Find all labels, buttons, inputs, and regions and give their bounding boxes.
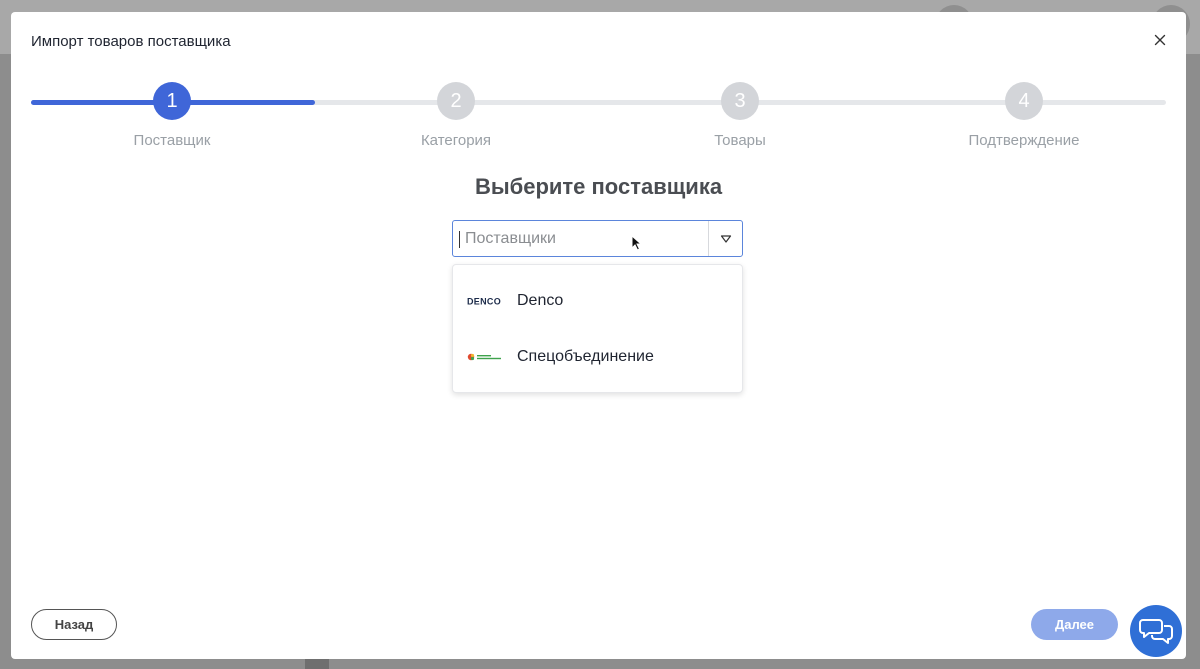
supplier-option-label: Спецобъединение	[517, 348, 654, 365]
mouse-cursor-icon	[631, 235, 643, 251]
chat-bubbles-icon	[1139, 619, 1173, 644]
supplier-select[interactable]	[452, 220, 743, 257]
supplier-option-specob[interactable]: Спецобъединение	[453, 332, 742, 382]
next-button[interactable]: Далее	[1031, 609, 1118, 640]
step-label: Подтверждение	[968, 132, 1080, 149]
select-toggle-button[interactable]	[709, 221, 743, 256]
step-label: Поставщик	[133, 132, 211, 149]
specob-logo	[467, 350, 507, 364]
step-confirmation: 4 Подтверждение	[929, 82, 1119, 149]
step-products: 3 Товары	[645, 82, 835, 149]
import-modal: Импорт товаров поставщика 1 Поставщик 2 …	[11, 12, 1186, 659]
step-number: 2	[437, 82, 475, 120]
denco-logo: DENCO	[467, 294, 507, 308]
step-number: 3	[721, 82, 759, 120]
step-label: Товары	[714, 132, 766, 149]
back-button[interactable]: Назад	[31, 609, 117, 640]
step-category: 2 Категория	[361, 82, 551, 149]
supplier-dropdown: DENCO Denco Спецобъединение	[452, 264, 743, 393]
chevron-down-icon	[720, 234, 732, 243]
step-number: 4	[1005, 82, 1043, 120]
close-button[interactable]	[1150, 30, 1170, 50]
step-supplier: 1 Поставщик	[77, 82, 267, 149]
denco-logo-image: DENCO	[467, 297, 501, 307]
supplier-option-denco[interactable]: DENCO Denco	[453, 276, 742, 326]
chat-button[interactable]	[1130, 605, 1182, 657]
supplier-option-label: Denco	[517, 292, 564, 309]
page-heading: Выберите поставщика	[474, 174, 723, 199]
step-label: Категория	[420, 132, 492, 149]
step-number: 1	[153, 82, 191, 120]
svg-text:DENCO: DENCO	[467, 297, 501, 307]
modal-title: Импорт товаров поставщика	[31, 33, 231, 50]
supplier-search-input[interactable]	[453, 221, 707, 256]
specob-logo-image	[467, 353, 501, 361]
close-icon	[1154, 34, 1166, 46]
